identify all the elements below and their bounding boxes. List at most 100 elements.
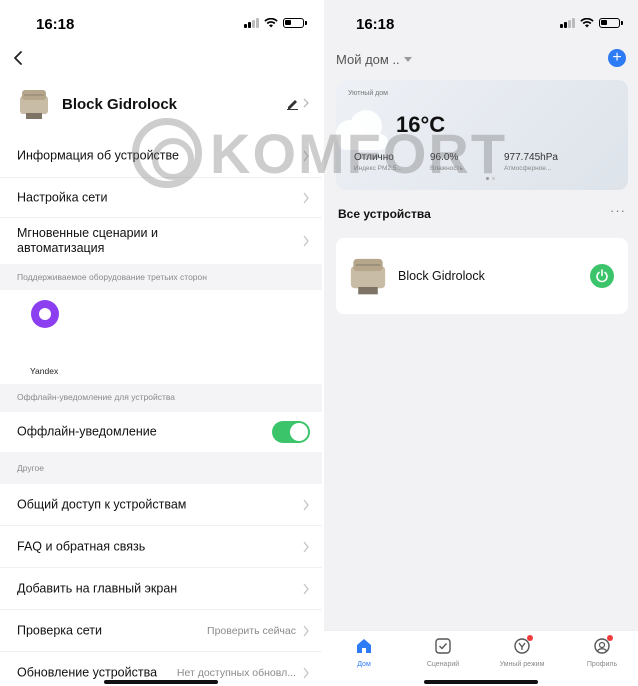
- device-image: [20, 90, 48, 119]
- wifi-icon: [580, 17, 594, 27]
- more-options-button[interactable]: ···: [610, 203, 626, 218]
- edit-name-button[interactable]: [286, 96, 309, 110]
- device-header[interactable]: Block Gidrolock: [0, 82, 322, 128]
- row-label: FAQ и обратная связь: [17, 539, 146, 553]
- yandex-alice-icon: [31, 300, 59, 328]
- signal-icon: [244, 17, 259, 28]
- section-title: Поддерживаемое оборудование третьих стор…: [17, 272, 207, 282]
- pencil-icon: [287, 98, 309, 110]
- device-image: [350, 258, 386, 295]
- status-time: 16:18: [36, 16, 75, 33]
- status-icons: [560, 17, 623, 28]
- chevron-right-icon: [302, 192, 310, 204]
- row-faq-feedback[interactable]: FAQ и обратная связь: [0, 526, 322, 568]
- row-label: Проверка сети: [17, 623, 102, 637]
- tab-label: Профиль: [586, 661, 618, 668]
- notification-badge: [607, 635, 613, 641]
- device-card[interactable]: Block Gidrolock: [336, 238, 628, 314]
- chevron-right-icon: [302, 150, 310, 162]
- tab-smart-mode[interactable]: Умный режим: [492, 635, 552, 668]
- stat-label: Индекс PM2.5...: [354, 165, 402, 172]
- chevron-right-icon: [302, 541, 310, 553]
- tab-label: Умный режим: [499, 661, 545, 668]
- profile-icon: [593, 635, 613, 655]
- back-button[interactable]: [12, 50, 28, 68]
- power-icon: [596, 269, 608, 283]
- row-label: Информация об устройстве: [17, 148, 179, 162]
- carousel-dots: [486, 177, 495, 180]
- weather-stat-pressure: 977.745hPa Атмосферное...: [504, 152, 558, 172]
- battery-icon: [599, 17, 623, 28]
- chevron-right-icon: [302, 235, 310, 247]
- home-title: Мой дом ..: [336, 52, 400, 67]
- row-label: Оффлайн-уведомление: [17, 424, 157, 439]
- home-indicator: [424, 680, 538, 684]
- stat-label: Влажность: [430, 165, 463, 172]
- yandex-block[interactable]: Yandex: [0, 290, 322, 384]
- home-screen: 16:18 Мой дом .. + Уютный дом 16°C Отлич…: [324, 0, 638, 686]
- all-devices-title: Все устройства: [338, 207, 431, 221]
- row-label: Настройка сети: [17, 190, 108, 204]
- row-device-info[interactable]: Информация об устройстве: [0, 134, 322, 178]
- row-label: Общий доступ к устройствам: [17, 497, 187, 511]
- tab-label: Сценарий: [426, 661, 460, 668]
- tab-label: Дом: [357, 661, 371, 668]
- add-device-button[interactable]: +: [608, 49, 626, 67]
- row-offline-notification: Оффлайн-уведомление: [0, 412, 322, 452]
- tab-home[interactable]: Дом: [334, 637, 394, 668]
- tab-profile[interactable]: Профиль: [572, 635, 632, 668]
- home-selector[interactable]: Мой дом ..: [336, 52, 412, 67]
- signal-icon: [560, 17, 575, 28]
- section-title: Другое: [17, 463, 45, 473]
- status-bar: 16:18: [0, 0, 322, 46]
- plus-icon: +: [612, 49, 622, 66]
- row-add-to-home[interactable]: Добавить на главный экран: [0, 568, 322, 610]
- row-label: Обновление устройства: [17, 665, 158, 679]
- weather-card[interactable]: Уютный дом 16°C Отлично Индекс PM2.5... …: [336, 80, 628, 190]
- tab-scenario[interactable]: Сценарий: [413, 637, 473, 668]
- row-scenarios[interactable]: Мгновенные сценарии и автоматизация: [0, 218, 322, 264]
- chevron-right-icon: [302, 667, 310, 679]
- wifi-icon: [264, 17, 278, 27]
- screenshot: 16:18 Block Gidrolock Информация об устр…: [0, 0, 638, 686]
- home-indicator: [104, 680, 218, 684]
- row-value: Нет доступных обновл...: [176, 666, 296, 679]
- row-network-settings[interactable]: Настройка сети: [0, 178, 322, 218]
- notification-badge: [527, 635, 533, 641]
- row-device-sharing[interactable]: Общий доступ к устройствам: [0, 484, 322, 526]
- weather-stat-humidity: 96.0% Влажность: [430, 152, 463, 172]
- bottom-tab-bar: Дом Сценарий Умный режим Профиль: [324, 630, 638, 686]
- home-icon: [355, 637, 373, 655]
- status-icons: [244, 17, 307, 28]
- chevron-right-icon: [302, 583, 310, 595]
- row-label: Мгновенные сценарии и автоматизация: [17, 226, 158, 255]
- weather-temperature: 16°C: [396, 112, 446, 137]
- chevron-right-icon: [302, 499, 310, 511]
- status-time: 16:18: [356, 16, 395, 33]
- yandex-label: Yandex: [30, 366, 59, 376]
- row-network-check[interactable]: Проверка сети Проверить сейчас: [0, 610, 322, 652]
- stat-value: 977.745hPa: [504, 152, 558, 163]
- weather-caption: Уютный дом: [348, 90, 388, 97]
- caret-down-icon: [403, 56, 412, 62]
- scenario-icon: [434, 637, 452, 655]
- battery-icon: [283, 17, 307, 28]
- stat-label: Атмосферное...: [504, 165, 552, 172]
- row-value: Проверить сейчас: [207, 624, 296, 637]
- stat-value: 96.0%: [430, 152, 459, 163]
- device-card-name: Block Gidrolock: [398, 269, 485, 283]
- device-settings-screen: 16:18 Block Gidrolock Информация об устр…: [0, 0, 322, 686]
- weather-stat-pm25: Отлично Индекс PM2.5...: [354, 152, 402, 172]
- section-third-party: Поддерживаемое оборудование третьих стор…: [0, 264, 322, 290]
- section-offline: Оффлайн-уведомление для устройства: [0, 384, 322, 412]
- settings-list: Информация об устройстве Настройка сети …: [0, 134, 322, 686]
- smart-mode-icon: [513, 635, 533, 655]
- chevron-left-icon: [14, 51, 22, 65]
- row-label: Добавить на главный экран: [17, 581, 178, 595]
- device-name: Block Gidrolock: [62, 96, 178, 113]
- cloud-icon: [336, 110, 388, 150]
- status-bar: 16:18: [324, 0, 638, 46]
- offline-notification-toggle[interactable]: [272, 421, 310, 443]
- section-other: Другое: [0, 452, 322, 484]
- power-button[interactable]: [590, 264, 614, 288]
